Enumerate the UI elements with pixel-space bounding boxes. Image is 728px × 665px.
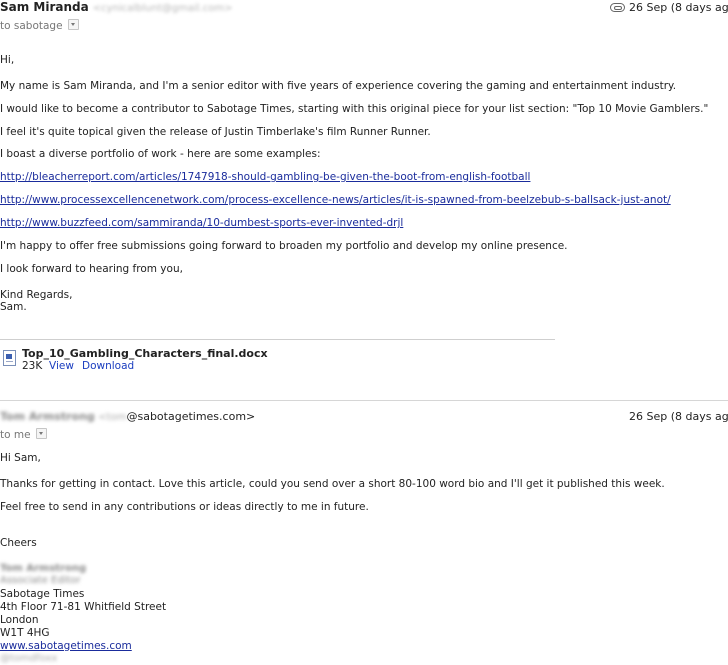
- signature-website-link[interactable]: www.sabotagetimes.com: [0, 640, 132, 652]
- body-paragraph: I boast a diverse portfolio of work - he…: [0, 148, 321, 160]
- attachment-filename: Top_10_Gambling_Characters_final.docx: [22, 347, 268, 360]
- body-paragraph: My name is Sam Miranda, and I'm a senior…: [0, 80, 677, 92]
- body-paragraph: I feel it's quite topical given the rele…: [0, 126, 431, 138]
- greeting: Hi,: [0, 54, 15, 66]
- recipient-line: to sabotage: [0, 18, 79, 32]
- portfolio-link[interactable]: http://bleacherreport.com/articles/17479…: [0, 171, 530, 183]
- message1-date: 26 Sep (8 days ago): [629, 1, 728, 14]
- recipient-text: to me: [0, 429, 31, 441]
- signature-title-redacted: Associate Editor: [0, 575, 81, 586]
- attachment-view-link[interactable]: View: [49, 360, 74, 372]
- show-details-dropdown-icon[interactable]: [67, 19, 79, 30]
- recipient-text: to sabotage: [0, 20, 63, 32]
- paperclip-icon: [610, 3, 625, 12]
- signature-name-redacted: Tom Armstrong: [0, 563, 87, 574]
- attachment-size: 23K: [22, 360, 43, 372]
- signoff-name: Sam.: [0, 301, 27, 313]
- signature-handle-redacted: @tomdfoxx: [0, 653, 58, 664]
- attachment-download-link[interactable]: Download: [82, 360, 134, 372]
- portfolio-link[interactable]: http://www.buzzfeed.com/sammiranda/10-du…: [0, 217, 403, 229]
- attachment-divider: [0, 339, 555, 340]
- body-paragraph: I'm happy to offer free submissions goin…: [0, 240, 568, 252]
- greeting: Hi Sam,: [0, 452, 41, 464]
- sender-name-redacted[interactable]: Tom Armstrong: [0, 410, 95, 423]
- message2-sender[interactable]: Tom Armstrong <tom@sabotagetimes.com>: [0, 410, 255, 423]
- closing: Cheers: [0, 537, 37, 549]
- sender-email-redacted: <cynicalblunt@gmail.com>: [92, 3, 233, 14]
- word-doc-icon: [3, 350, 16, 366]
- signoff: Kind Regards,: [0, 289, 73, 301]
- signature-city: London: [0, 614, 39, 626]
- portfolio-link[interactable]: http://www.processexcellencenetwork.com/…: [0, 194, 671, 206]
- sender-name[interactable]: Sam Miranda: [0, 0, 89, 14]
- signature-postcode: W1T 4HG: [0, 627, 50, 639]
- signature-company: Sabotage Times: [0, 588, 85, 600]
- signature-address: 4th Floor 71-81 Whitfield Street: [0, 601, 167, 613]
- sender-email-prefix-redacted: <tom: [98, 412, 127, 423]
- body-paragraph: Feel free to send in any contributions o…: [0, 501, 369, 513]
- body-paragraph: Thanks for getting in contact. Love this…: [0, 478, 665, 490]
- sender-email-domain: @sabotagetimes.com>: [126, 410, 256, 423]
- body-paragraph: I look forward to hearing from you,: [0, 263, 183, 275]
- message1-sender[interactable]: Sam Miranda <cynicalblunt@gmail.com>: [0, 0, 232, 14]
- recipient-line: to me: [0, 427, 47, 441]
- show-details-dropdown-icon[interactable]: [35, 428, 47, 439]
- message2-date: 26 Sep (8 days ago): [629, 410, 728, 423]
- message-divider: [0, 400, 728, 401]
- body-paragraph: I would like to become a contributor to …: [0, 103, 709, 115]
